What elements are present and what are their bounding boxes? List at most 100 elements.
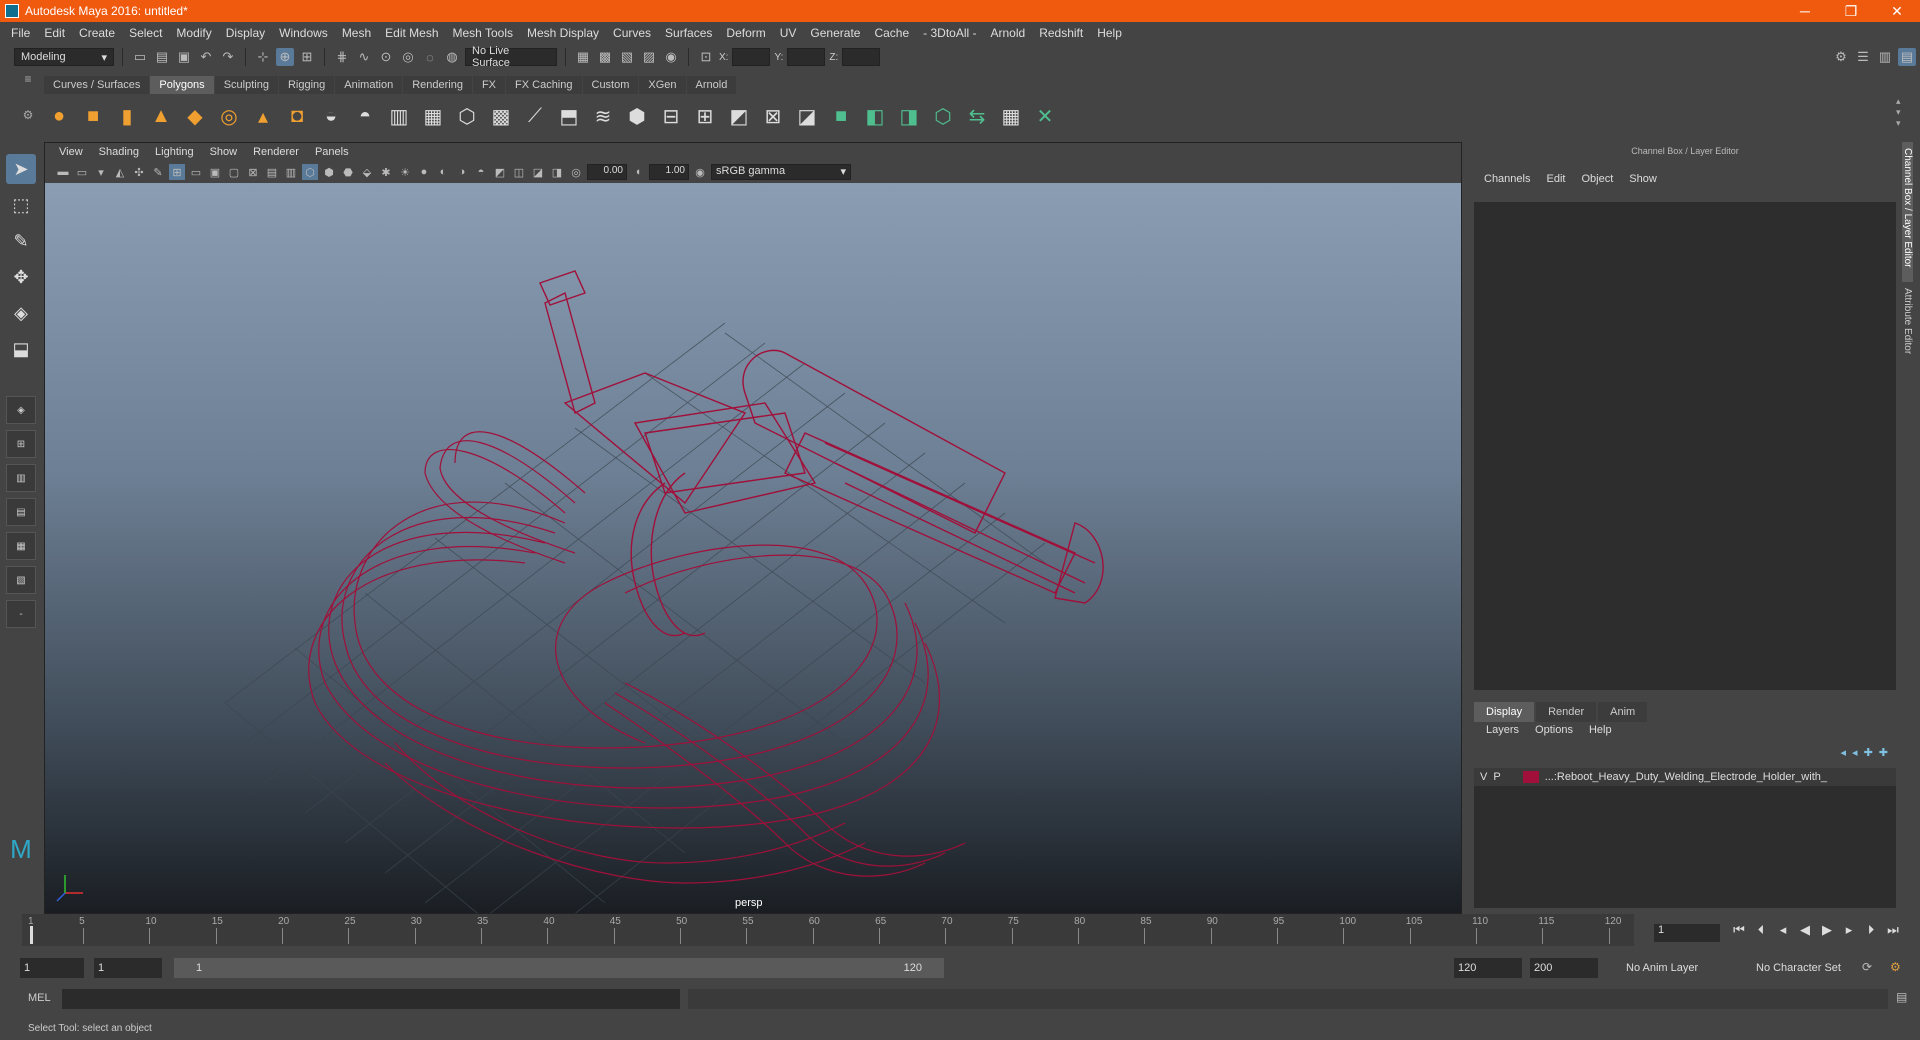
mirror-icon[interactable]: ▩	[486, 101, 516, 131]
exposure-icon[interactable]: ◎	[568, 164, 584, 180]
menu-uv[interactable]: UV	[773, 26, 804, 40]
layer-color-swatch[interactable]	[1522, 771, 1539, 783]
animation-start-field[interactable]: 1	[20, 958, 84, 978]
mode-dropdown[interactable]: Modeling ▾	[14, 48, 114, 66]
go-to-start-icon[interactable]: ⏮	[1730, 922, 1748, 938]
layers-menu[interactable]: Layers	[1478, 724, 1527, 736]
persp-graph-layout-icon[interactable]: ▤	[6, 498, 36, 526]
four-view-layout-icon[interactable]: ⊞	[6, 430, 36, 458]
layer-tab-anim[interactable]: Anim	[1598, 702, 1648, 722]
bridge-icon[interactable]: ≋	[588, 101, 618, 131]
new-layer-selected-icon[interactable]: ✚	[1879, 746, 1888, 759]
unfold-icon[interactable]: ✕	[1030, 101, 1060, 131]
range-slider[interactable]: 1 120	[174, 958, 944, 978]
menu-file[interactable]: File	[4, 26, 37, 40]
smooth-shade-icon[interactable]: ⬢	[321, 164, 337, 180]
extract-icon[interactable]: ▥	[384, 101, 414, 131]
smooth-icon[interactable]: ▦	[418, 101, 448, 131]
command-input[interactable]	[62, 989, 680, 1009]
step-back-key-icon[interactable]: ⏴	[1752, 922, 1770, 938]
shelf-tab-custom[interactable]: Custom	[582, 76, 639, 94]
shelf-tab-rigging[interactable]: Rigging	[278, 76, 335, 94]
scale-tool-icon[interactable]: ⬓	[6, 334, 36, 364]
script-editor-icon[interactable]: ▤	[1896, 990, 1907, 1004]
step-forward-frame-icon[interactable]: ▸	[1840, 922, 1858, 938]
poly-plane-icon[interactable]: ◆	[180, 101, 210, 131]
poly-sphere-icon[interactable]: ●	[44, 101, 74, 131]
layer-name[interactable]: ...:Reboot_Heavy_Duty_Welding_Electrode_…	[1545, 771, 1827, 783]
layer-visibility-toggle[interactable]: V	[1480, 771, 1487, 783]
menu-arnold[interactable]: Arnold	[984, 26, 1033, 40]
command-language-label[interactable]: MEL	[28, 992, 51, 1004]
render-view-icon[interactable]: ▦	[574, 48, 592, 66]
lasso-tool-icon[interactable]: ⬚	[6, 190, 36, 220]
safe-action-icon[interactable]: ▤	[264, 164, 280, 180]
poly-cube-icon[interactable]: ■	[78, 101, 108, 131]
anim-layer-dropdown[interactable]: No Anim Layer	[1622, 958, 1740, 978]
collapse-icon[interactable]: ◪	[792, 101, 822, 131]
poly-cylinder-icon[interactable]: ▮	[112, 101, 142, 131]
new-scene-icon[interactable]: ▭	[131, 48, 149, 66]
hypershade-icon[interactable]: ◉	[662, 48, 680, 66]
ipr-render-icon[interactable]: ▧	[618, 48, 636, 66]
shelf-tab-rendering[interactable]: Rendering	[403, 76, 472, 94]
z-input[interactable]	[842, 48, 881, 66]
separate-icon[interactable]: ◓	[350, 101, 380, 131]
shadows-icon[interactable]: ☀	[397, 164, 413, 180]
snap-view-icon[interactable]: ◎	[399, 48, 417, 66]
animation-end-field[interactable]: 200	[1530, 958, 1598, 978]
automatic-uv-icon[interactable]: ⬡	[928, 101, 958, 131]
layer-playback-toggle[interactable]: P	[1493, 771, 1500, 783]
menu-create[interactable]: Create	[72, 26, 122, 40]
poly-pipe-icon[interactable]: ◘	[282, 101, 312, 131]
gamma-field[interactable]: 1.00	[649, 164, 689, 180]
boolean-icon[interactable]: ⬡	[452, 101, 482, 131]
menu-mesh[interactable]: Mesh	[335, 26, 378, 40]
save-scene-icon[interactable]: ▣	[175, 48, 193, 66]
menu-select[interactable]: Select	[122, 26, 169, 40]
multi-cut-icon[interactable]: ⟋	[520, 101, 550, 131]
new-layer-icon[interactable]: ✚	[1864, 746, 1873, 759]
channels-menu[interactable]: Channels	[1476, 173, 1538, 185]
hypershade-layout-icon[interactable]: ▦	[6, 532, 36, 560]
checker-icon[interactable]: ▦	[996, 101, 1026, 131]
shelf-tab-animation[interactable]: Animation	[335, 76, 403, 94]
target-weld-icon[interactable]: ⊠	[758, 101, 788, 131]
layer-row[interactable]: V P ...:Reboot_Heavy_Duty_Welding_Electr…	[1474, 768, 1896, 786]
attribute-editor-icon[interactable]: ☰	[1854, 48, 1872, 66]
menu-mesh-display[interactable]: Mesh Display	[520, 26, 606, 40]
shelf-tab-arnold[interactable]: Arnold	[686, 76, 737, 94]
menu-3dtoall[interactable]: - 3DtoAll -	[916, 26, 983, 40]
render-settings-icon[interactable]: ▨	[640, 48, 658, 66]
color-management-icon[interactable]: ◉	[692, 164, 708, 180]
edit-menu[interactable]: Edit	[1538, 173, 1573, 185]
custom-layout-icon[interactable]: -	[6, 600, 36, 628]
tool-settings-icon[interactable]: ▥	[1876, 48, 1894, 66]
persp-outliner-layout-icon[interactable]: ▥	[6, 464, 36, 492]
go-to-end-icon[interactable]: ⏭	[1884, 922, 1902, 938]
move-tool-icon[interactable]: ✥	[6, 262, 36, 292]
close-button[interactable]: ✕	[1874, 3, 1920, 20]
insert-edge-loop-icon[interactable]: ⊟	[656, 101, 686, 131]
side-tab-attribute-editor[interactable]: Attribute Editor	[1902, 282, 1913, 382]
undo-icon[interactable]: ↶	[197, 48, 215, 66]
offset-edge-loop-icon[interactable]: ⊞	[690, 101, 720, 131]
transform-constraint-icon[interactable]: ⊡	[697, 48, 715, 66]
animation-prefs-icon[interactable]: ⚙	[1890, 960, 1901, 974]
grid-icon[interactable]: ⊞	[169, 164, 185, 180]
move-layer-up-icon[interactable]: ◂	[1841, 746, 1847, 759]
shelf-tab-fx[interactable]: FX	[472, 76, 506, 94]
options-menu[interactable]: Options	[1527, 724, 1581, 736]
shelf-tab-sculpting[interactable]: Sculpting	[214, 76, 278, 94]
paint-select-tool-icon[interactable]: ✎	[6, 226, 36, 256]
select-tool-icon[interactable]: ➤	[6, 154, 36, 184]
render-frame-icon[interactable]: ▩	[596, 48, 614, 66]
2d-pan-zoom-icon[interactable]: ✣	[131, 164, 147, 180]
select-component-icon[interactable]: ⊞	[298, 48, 316, 66]
play-forwards-icon[interactable]: ▶	[1818, 922, 1836, 938]
playback-start-field[interactable]: 1	[94, 958, 162, 978]
bevel-icon[interactable]: ⬢	[622, 101, 652, 131]
bookmark-icon[interactable]: ▾	[93, 164, 109, 180]
select-camera-icon[interactable]: ▬	[55, 164, 71, 180]
shelf-settings-icon[interactable]: ⚙	[18, 108, 38, 122]
